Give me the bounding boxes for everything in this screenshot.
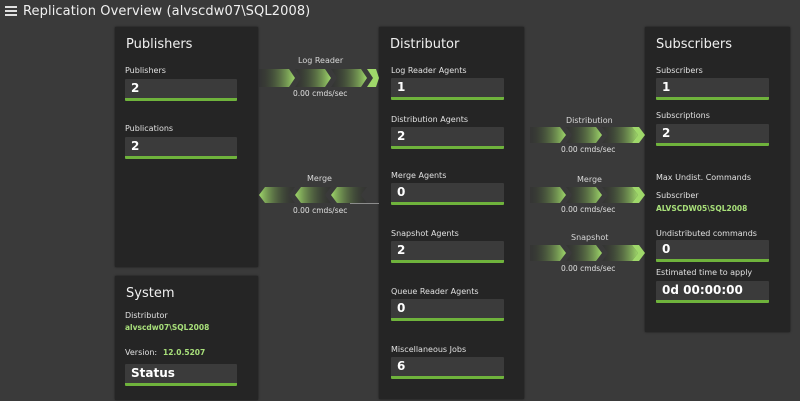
hamburger-menu-icon[interactable]: [5, 6, 17, 16]
snapshot-agents-value-box[interactable]: 2: [391, 241, 504, 263]
system-distributor-label: Distributor: [125, 311, 168, 320]
snapshot-flow-label: Snapshot: [571, 233, 609, 242]
publications-value-box[interactable]: 2: [125, 137, 237, 159]
subscribers-label: Subscribers: [656, 66, 703, 75]
system-distributor-value: alvscdw07\SQL2008: [125, 323, 210, 332]
distribution-agents-label: Distribution Agents: [391, 115, 469, 124]
system-title: System: [126, 286, 175, 301]
log-reader-flow-arrow[interactable]: [259, 68, 379, 88]
distribution-flow-arrow[interactable]: [530, 126, 645, 144]
publications-label: Publications: [125, 124, 174, 133]
publishers-value-box[interactable]: 2: [125, 79, 237, 101]
undistributed-commands-label: Undistributed commands: [656, 229, 757, 238]
estimated-time-label: Estimated time to apply: [656, 268, 753, 277]
undistributed-commands-value-box[interactable]: 0: [656, 240, 769, 262]
subscribers-value-box[interactable]: 1: [656, 78, 769, 100]
publishers-panel: Publishers Publishers 2 Publications 2: [115, 27, 258, 267]
merge-left-flow-arrow[interactable]: [259, 186, 379, 204]
merge-right-flow-arrow[interactable]: [530, 186, 645, 204]
distribution-agents-value-box[interactable]: 2: [391, 127, 504, 149]
subscribers-panel: Subscribers Subscribers 1 Subscriptions …: [645, 27, 790, 332]
merge-left-flow-label: Merge: [307, 174, 332, 183]
log-reader-agents-value-box[interactable]: 1: [391, 78, 504, 100]
window-title: Replication Overview (alvscdw07\SQL2008): [23, 3, 311, 19]
snapshot-agents-label: Snapshot Agents: [391, 229, 459, 238]
misc-jobs-value-box[interactable]: 6: [391, 357, 504, 379]
estimated-time-value-box[interactable]: 0d 00:00:00: [656, 281, 769, 303]
queue-reader-agents-label: Queue Reader Agents: [391, 287, 479, 296]
version-value: 12.0.5207: [163, 348, 206, 357]
version-label: Version:: [125, 348, 158, 357]
subscriber-label: Subscriber: [656, 191, 699, 200]
log-reader-agents-label: Log Reader Agents: [391, 66, 467, 75]
max-undist-commands-label: Max Undist. Commands: [656, 173, 751, 182]
merge-left-flow-line: [350, 203, 379, 204]
publishers-title: Publishers: [126, 37, 193, 52]
snapshot-flow-rate: 0.00 cmds/sec: [561, 264, 616, 273]
subscriptions-value-box[interactable]: 2: [656, 124, 769, 146]
subscriber-value: ALVSCDW05\SQL2008: [656, 204, 748, 213]
publishers-label: Publishers: [125, 66, 166, 75]
distribution-flow-label: Distribution: [566, 116, 613, 125]
log-reader-flow-rate: 0.00 cmds/sec: [293, 89, 348, 98]
title-bar: Replication Overview (alvscdw07\SQL2008): [0, 0, 800, 22]
misc-jobs-label: Miscellaneous Jobs: [391, 345, 467, 354]
merge-right-flow-rate: 0.00 cmds/sec: [561, 205, 616, 214]
merge-left-flow-rate: 0.00 cmds/sec: [293, 206, 348, 215]
log-reader-flow-label: Log Reader: [298, 56, 344, 65]
subscribers-title: Subscribers: [656, 37, 732, 52]
distribution-flow-rate: 0.00 cmds/sec: [561, 145, 616, 154]
queue-reader-agents-value-box[interactable]: 0: [391, 299, 504, 321]
system-panel: System Distributor alvscdw07\SQL2008 Ver…: [115, 276, 258, 400]
subscriptions-label: Subscriptions: [656, 111, 710, 120]
snapshot-flow-arrow[interactable]: [530, 244, 645, 262]
status-button[interactable]: Status: [125, 364, 237, 386]
distributor-title: Distributor: [390, 37, 460, 52]
distributor-panel: Distributor Log Reader Agents 1 Distribu…: [379, 27, 524, 399]
merge-agents-label: Merge Agents: [391, 171, 447, 180]
merge-right-flow-label: Merge: [577, 175, 602, 184]
merge-agents-value-box[interactable]: 0: [391, 183, 504, 205]
